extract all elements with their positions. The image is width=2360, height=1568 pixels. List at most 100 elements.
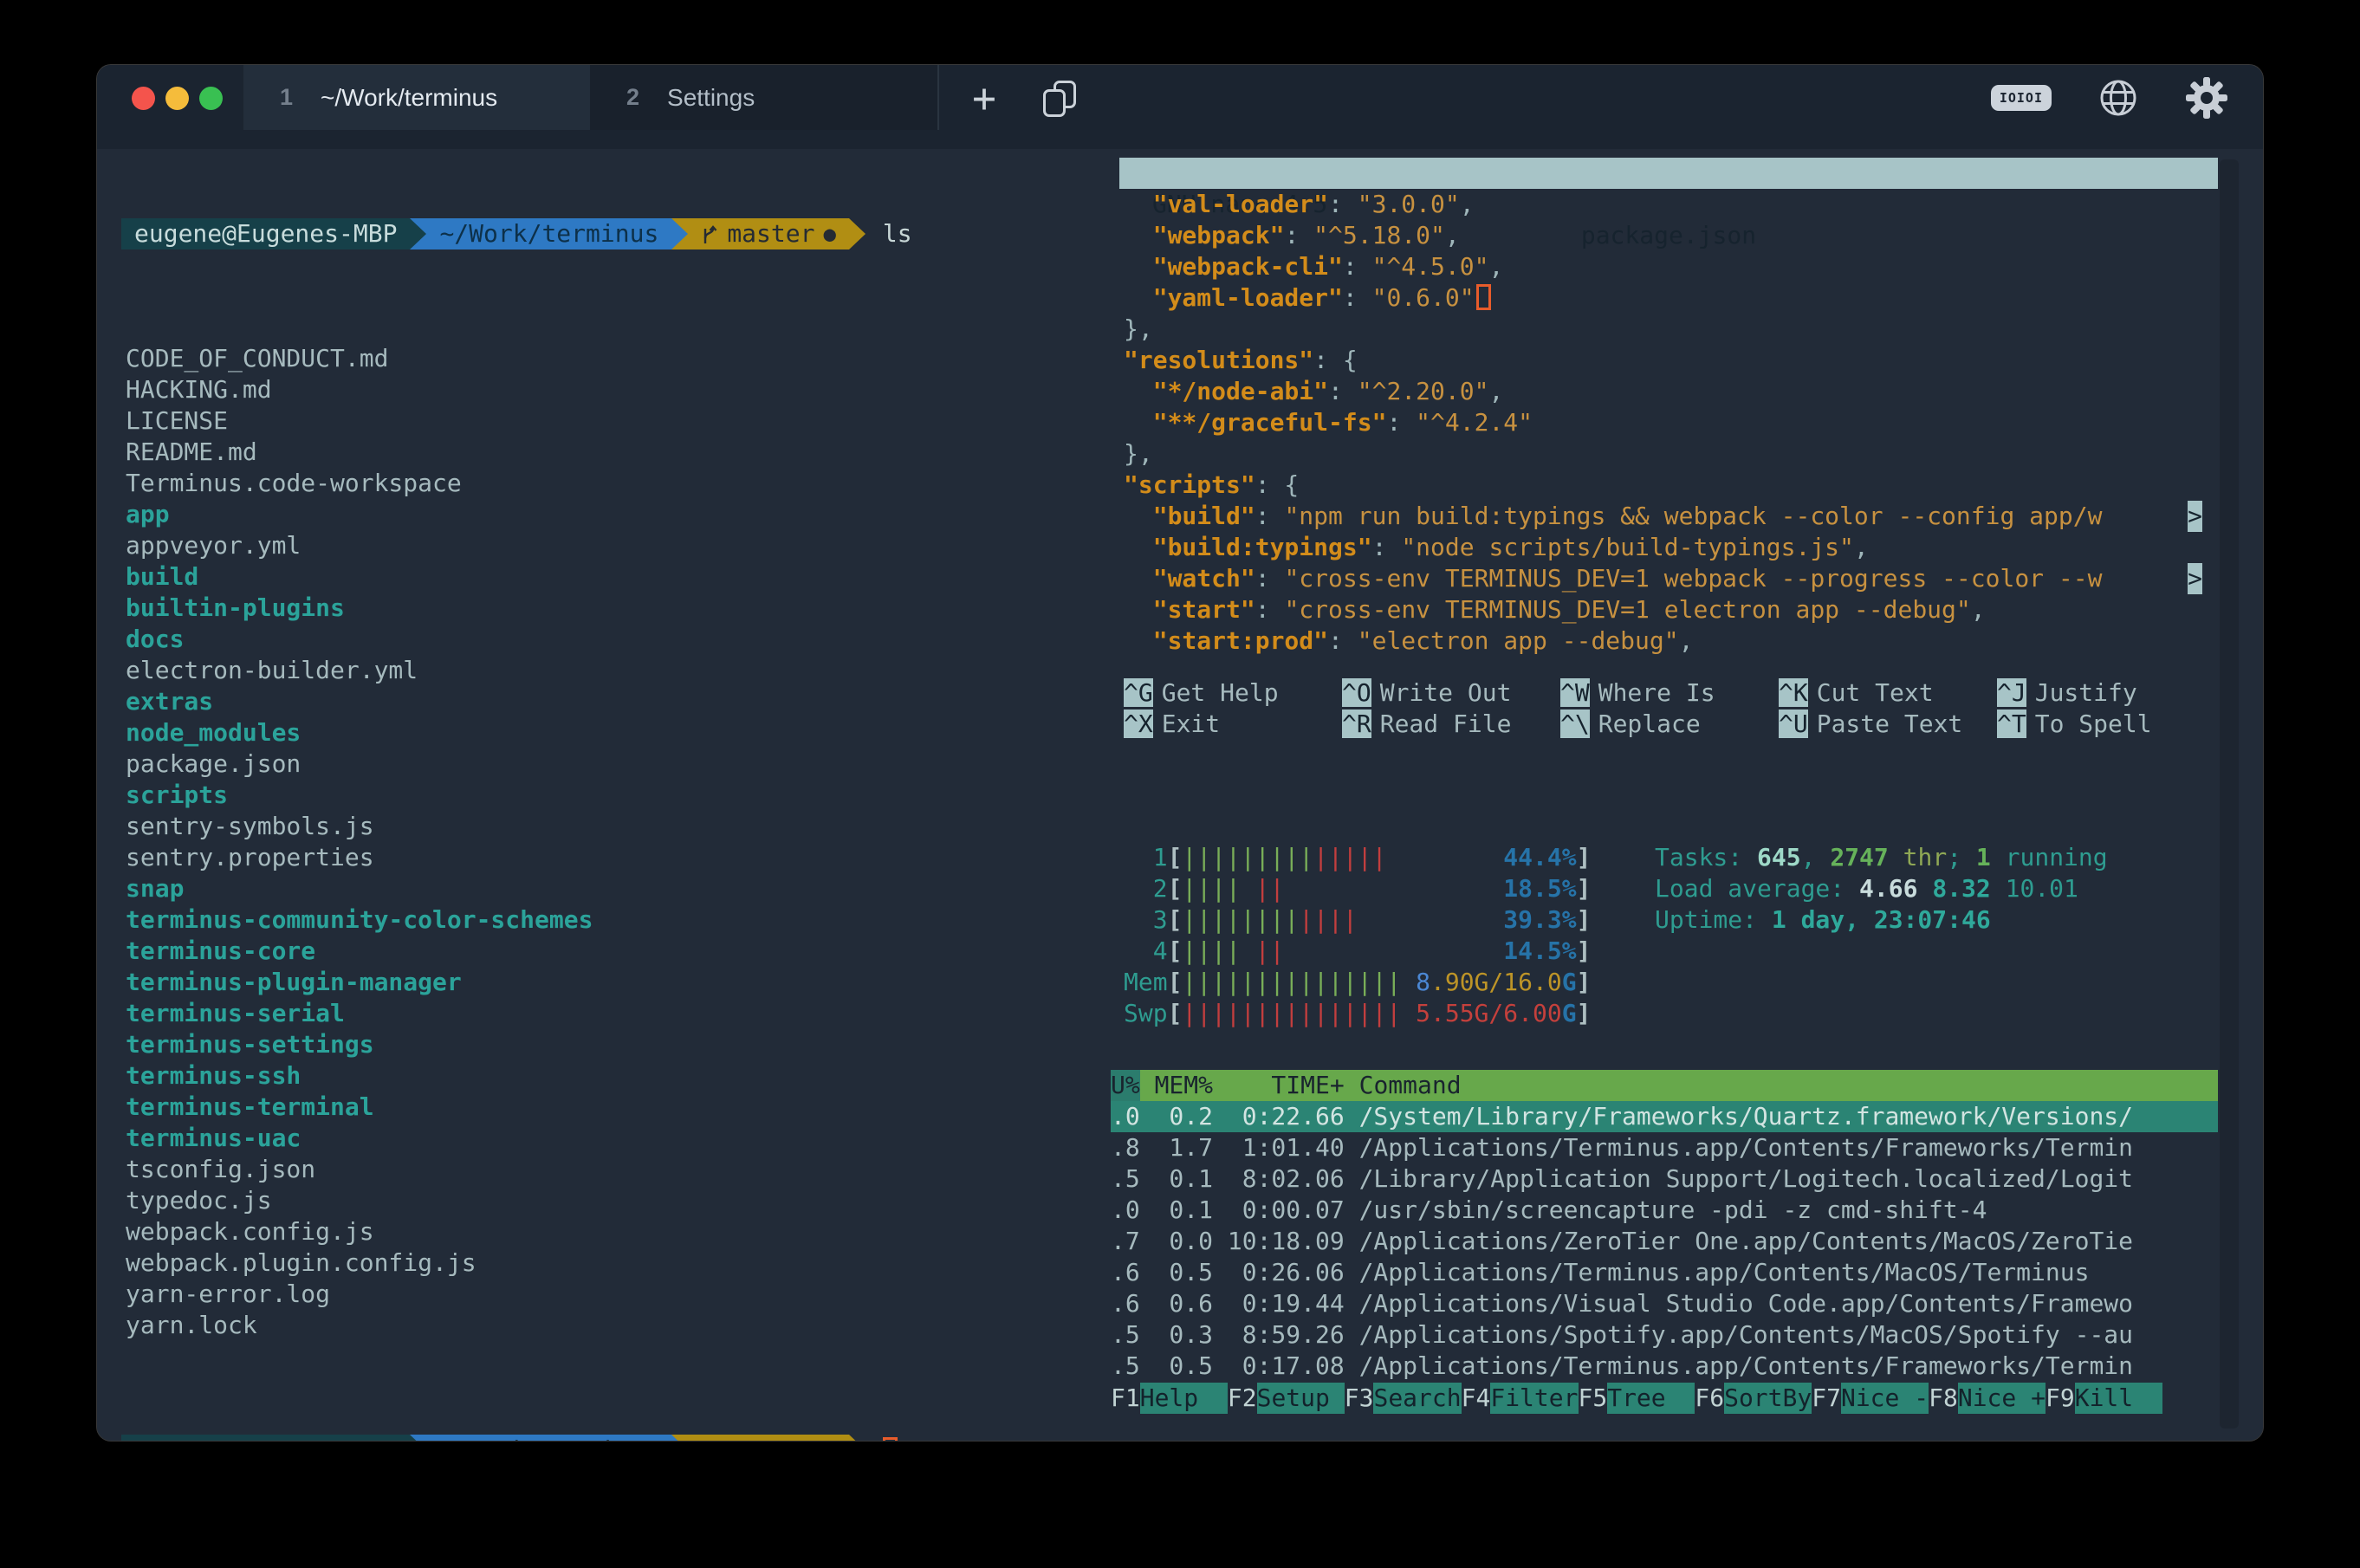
htop-meter: 4[|||| ||14.5%] [1124, 936, 1591, 967]
nano-code-line: }, [1124, 314, 2263, 345]
file-entry: README.md [126, 437, 1109, 468]
nano-shortcut: ^WWhere Is [1560, 677, 1779, 709]
process-row[interactable]: .5 0.3 8:59.26 /Applications/Spotify.app… [1111, 1319, 2218, 1351]
fkey-action[interactable]: Search [1373, 1383, 1461, 1414]
terminal-content: eugene@Eugenes-MBP ~/Work/terminus maste… [97, 149, 2263, 1441]
git-branch-name: master [727, 218, 814, 249]
window-controls [132, 87, 223, 110]
directory-entry: terminus-terminal [126, 1092, 1109, 1123]
file-entry: sentry.properties [126, 842, 1109, 873]
nano-title-bar: GNU nano 4.5 package.json [1119, 158, 2218, 189]
directory-entry: builtin-plugins [126, 593, 1109, 624]
htop-meter: Mem[|||||||||||||||8.90G/16.0G] [1124, 967, 1591, 998]
terminal-pane-shell[interactable]: eugene@Eugenes-MBP ~/Work/terminus maste… [97, 149, 1109, 1441]
close-window-button[interactable] [132, 87, 155, 110]
git-dirty-dot: ● [823, 1435, 835, 1441]
prompt-user-segment: eugene@Eugenes-MBP [121, 218, 410, 249]
directory-entry: snap [126, 873, 1109, 904]
fkey-action[interactable]: SortBy [1724, 1383, 1812, 1414]
terminal-window: 1 ~/Work/terminus 2 Settings + IOIOI [97, 65, 2263, 1441]
shell-prompt: eugene@Eugenes-MBP ~/Work/terminus maste… [121, 218, 1109, 249]
nano-code-line: "**/graceful-fs": "^4.2.4" [1124, 407, 2263, 438]
tab-bar: 1 ~/Work/terminus 2 Settings + IOIOI [97, 65, 2263, 149]
nano-code-line: "val-loader": "3.0.0", [1124, 189, 2263, 220]
process-table-header[interactable]: U% MEM% TIME+ Command [1111, 1070, 2218, 1101]
process-row[interactable]: .0 0.1 0:00.07 /usr/sbin/screencapture -… [1111, 1195, 2218, 1226]
directory-entry: terminus-community-color-schemes [126, 904, 1109, 936]
git-branch-icon [701, 221, 718, 247]
nano-code-line: "yaml-loader": "0.6.0" [1124, 282, 2263, 314]
git-dirty-dot: ● [823, 218, 835, 249]
scrollbar[interactable] [2220, 159, 2239, 1429]
tab-work-terminus[interactable]: 1 ~/Work/terminus [243, 65, 590, 130]
directory-entry: terminus-serial [126, 998, 1109, 1029]
tab-number: 2 [626, 84, 639, 111]
process-row-selected[interactable]: .0 0.2 0:22.66 /System/Library/Framework… [1111, 1101, 2218, 1132]
fkey-action[interactable]: Setup [1257, 1383, 1345, 1414]
split-duplicate-button[interactable] [1043, 81, 1081, 119]
file-entry: Terminus.code-workspace [126, 468, 1109, 499]
file-entry: yarn.lock [126, 1310, 1109, 1341]
fkey-action[interactable]: Tree [1607, 1383, 1695, 1414]
new-tab-button[interactable]: + [960, 70, 1008, 126]
fkey-action[interactable]: Kill [2075, 1383, 2162, 1414]
htop-meter: 3[||||||||||||39.3%] [1124, 904, 1591, 936]
fkey-number: F3 [1345, 1383, 1374, 1414]
directory-entry: terminus-core [126, 936, 1109, 967]
tab-number: 1 [280, 84, 293, 111]
plus-icon: + [972, 75, 996, 121]
file-entry: appveyor.yml [126, 530, 1109, 561]
file-entry: CODE_OF_CONDUCT.md [126, 343, 1109, 374]
powerline-arrow [849, 1435, 866, 1441]
htop-meter: 2[|||| ||18.5%] [1124, 873, 1591, 904]
process-row[interactable]: .5 0.1 8:02.06 /Library/Application Supp… [1111, 1163, 2218, 1195]
nano-editor-content: "val-loader": "3.0.0", "webpack": "^5.18… [1124, 189, 2263, 657]
process-row[interactable]: .6 0.6 0:19.44 /Applications/Visual Stud… [1111, 1288, 2218, 1319]
fkey-number: F9 [2046, 1383, 2075, 1414]
nano-code-line: "*/node-abi": "^2.20.0", [1124, 376, 2263, 407]
directory-entry: node_modules [126, 717, 1109, 748]
terminal-pane-nano-htop[interactable]: GNU nano 4.5 package.json "val-loader": … [1111, 149, 2263, 1441]
fkey-action[interactable]: Help [1140, 1383, 1228, 1414]
tab-settings[interactable]: 2 Settings [590, 65, 939, 130]
fkey-action[interactable]: Filter [1490, 1383, 1578, 1414]
nano-shortcut: ^JJustify [1997, 677, 2215, 709]
toolbar-right-icons: IOIOI [1991, 65, 2228, 130]
prompt-path-segment: ~/Work/terminus [426, 1435, 671, 1441]
minimize-window-button[interactable] [165, 87, 189, 110]
gear-icon[interactable] [2185, 76, 2228, 120]
fkey-number: F7 [1812, 1383, 1841, 1414]
nano-shortcut: ^KCut Text [1779, 677, 1997, 709]
fkey-number: F1 [1111, 1383, 1140, 1414]
file-entry: HACKING.md [126, 374, 1109, 405]
process-row[interactable]: .5 0.5 0:17.08 /Applications/Terminus.ap… [1111, 1351, 2218, 1382]
fkey-number: F5 [1579, 1383, 1608, 1414]
nano-code-line: "start:prod": "electron app --debug", [1124, 625, 2263, 657]
fkey-number: F4 [1462, 1383, 1491, 1414]
prompt-user-segment: eugene@Eugenes-MBP [121, 1435, 410, 1441]
nano-shortcut-bar: ^GGet Help^OWrite Out^WWhere Is^KCut Tex… [1124, 677, 2215, 740]
shell-prompt: eugene@Eugenes-MBP ~/Work/terminus maste… [121, 1435, 1109, 1441]
globe-icon[interactable] [2098, 78, 2138, 118]
maximize-window-button[interactable] [199, 87, 223, 110]
fkey-action[interactable]: Nice + [1958, 1383, 2046, 1414]
process-row[interactable]: .7 0.0 10:18.09 /Applications/ZeroTier O… [1111, 1226, 2218, 1257]
nano-shortcut: ^RRead File [1342, 709, 1560, 740]
nano-shortcut: ^TTo Spell [1997, 709, 2215, 740]
directory-entry: terminus-uac [126, 1123, 1109, 1154]
file-entry: webpack.config.js [126, 1216, 1109, 1247]
nano-shortcut: ^XExit [1124, 709, 1342, 740]
fkey-number: F8 [1929, 1383, 1958, 1414]
directory-entry: terminus-settings [126, 1029, 1109, 1060]
directory-entry: scripts [126, 780, 1109, 811]
process-row[interactable]: .6 0.5 0:26.06 /Applications/Terminus.ap… [1111, 1257, 2218, 1288]
serial-port-icon[interactable]: IOIOI [1991, 85, 2052, 111]
nano-code-line: "resolutions": { [1124, 345, 2263, 376]
process-row[interactable]: .8 1.7 1:01.40 /Applications/Terminus.ap… [1111, 1132, 2218, 1163]
htop-cpu-memory-meters: 1[||||||||||||||44.4%] 2[|||| ||18.5%] 3… [1124, 842, 1591, 1029]
powerline-arrow [671, 218, 688, 249]
nano-shortcut: ^\Replace [1560, 709, 1779, 740]
fkey-action[interactable]: Nice - [1841, 1383, 1929, 1414]
htop-info-line: Uptime: 1 day, 23:07:46 [1655, 904, 2108, 936]
directory-entry: extras [126, 686, 1109, 717]
